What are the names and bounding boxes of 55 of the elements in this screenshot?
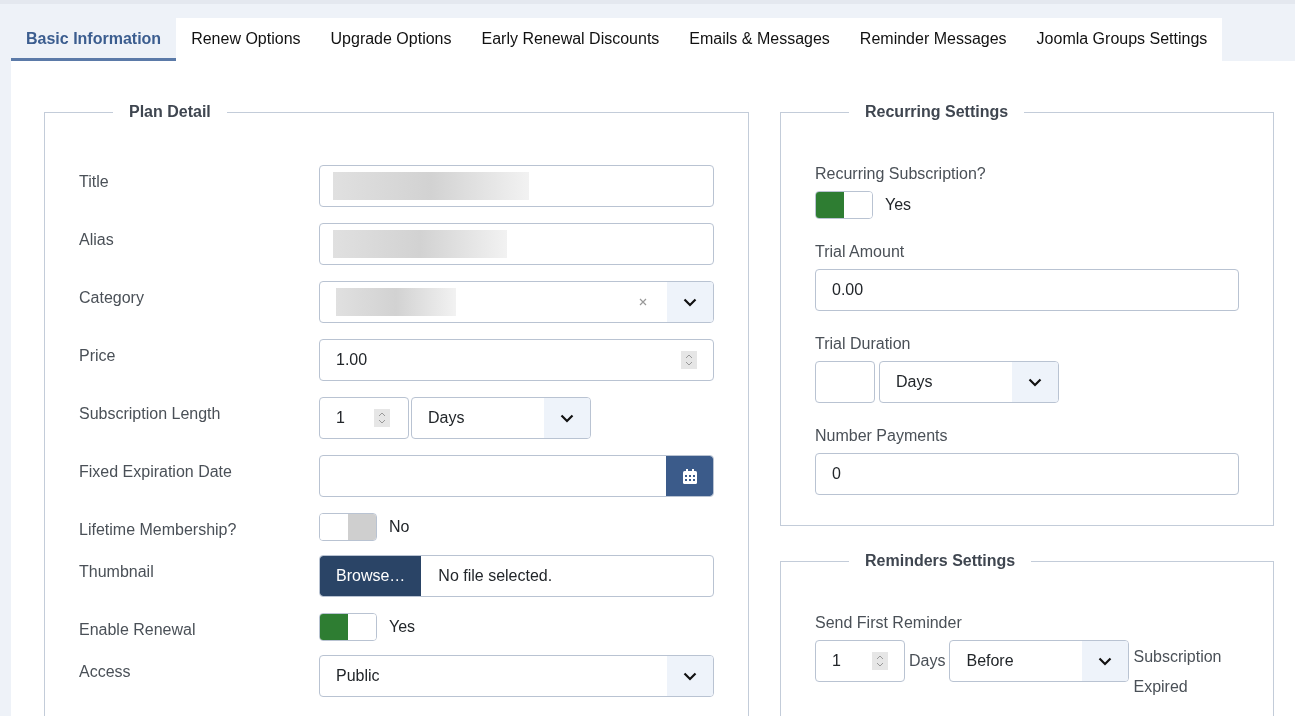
chevron-down-icon bbox=[1098, 656, 1113, 666]
file-status: No file selected. bbox=[438, 567, 553, 585]
clear-icon[interactable] bbox=[639, 298, 647, 306]
field-label: Thumbnail bbox=[79, 562, 155, 581]
text-field[interactable]: 0.00 bbox=[815, 269, 1239, 311]
field-label: Trial Duration bbox=[815, 335, 912, 353]
calendar-button[interactable] bbox=[666, 456, 713, 496]
spinner-icon bbox=[374, 409, 390, 427]
number-field[interactable]: 1.00 bbox=[319, 339, 714, 381]
calendar-icon bbox=[682, 468, 697, 484]
text-field[interactable] bbox=[319, 165, 714, 207]
field-label: Fixed Expiration Date bbox=[79, 462, 233, 481]
chevron-down-icon bbox=[683, 671, 697, 681]
field-label: Enable Renewal bbox=[79, 620, 197, 639]
chevron-down-icon bbox=[560, 413, 574, 423]
unit-label: Days bbox=[909, 651, 946, 671]
field-label: Recurring Subscription? bbox=[815, 165, 987, 183]
toggle-state-label: No bbox=[389, 518, 410, 536]
select-field[interactable] bbox=[319, 281, 714, 323]
spinner-icon bbox=[872, 652, 888, 670]
field-label: Price bbox=[79, 346, 117, 365]
field-label: Access bbox=[79, 662, 132, 681]
file-field[interactable]: Browse… No file selected. bbox=[319, 555, 714, 597]
section-legend: Recurring Settings bbox=[849, 103, 1025, 121]
toggle-state-label: Yes bbox=[389, 618, 416, 636]
field-label: Lifetime Membership? bbox=[79, 520, 238, 539]
tab[interactable]: Basic Information bbox=[11, 18, 177, 61]
toggle-switch[interactable] bbox=[815, 191, 873, 219]
toggle-switch[interactable] bbox=[319, 513, 377, 541]
section-legend: Reminders Settings bbox=[849, 552, 1032, 570]
select-field[interactable]: Days bbox=[879, 361, 1059, 403]
section-legend: Plan Detail bbox=[113, 103, 227, 121]
select-field[interactable]: Before bbox=[949, 640, 1130, 682]
field-label: Trial Amount bbox=[815, 243, 906, 261]
number-field[interactable]: 1 bbox=[319, 397, 409, 439]
field-label: Number Payments bbox=[815, 427, 949, 445]
trailing-label: Subscription Expired bbox=[1133, 647, 1223, 698]
date-field[interactable] bbox=[319, 455, 714, 497]
field-label: Category bbox=[79, 288, 145, 307]
select-field[interactable]: Public bbox=[319, 655, 714, 697]
chevron-down-icon bbox=[683, 297, 697, 307]
select-field[interactable]: Days bbox=[411, 397, 591, 439]
text-field[interactable]: 0 bbox=[815, 453, 1239, 495]
number-field[interactable] bbox=[815, 361, 875, 403]
field-label: Send First Reminder bbox=[815, 614, 963, 632]
toggle-switch[interactable] bbox=[319, 613, 377, 641]
field-label: Title bbox=[79, 172, 110, 191]
toggle-state-label: Yes bbox=[885, 196, 912, 214]
spinner-icon bbox=[681, 351, 697, 369]
browse-button[interactable]: Browse… bbox=[320, 556, 422, 596]
field-label: Alias bbox=[79, 230, 115, 249]
text-field[interactable] bbox=[319, 223, 714, 265]
field-label: Subscription Length bbox=[79, 404, 222, 423]
chevron-down-icon bbox=[1028, 377, 1042, 387]
number-field[interactable]: 1 bbox=[815, 640, 905, 682]
